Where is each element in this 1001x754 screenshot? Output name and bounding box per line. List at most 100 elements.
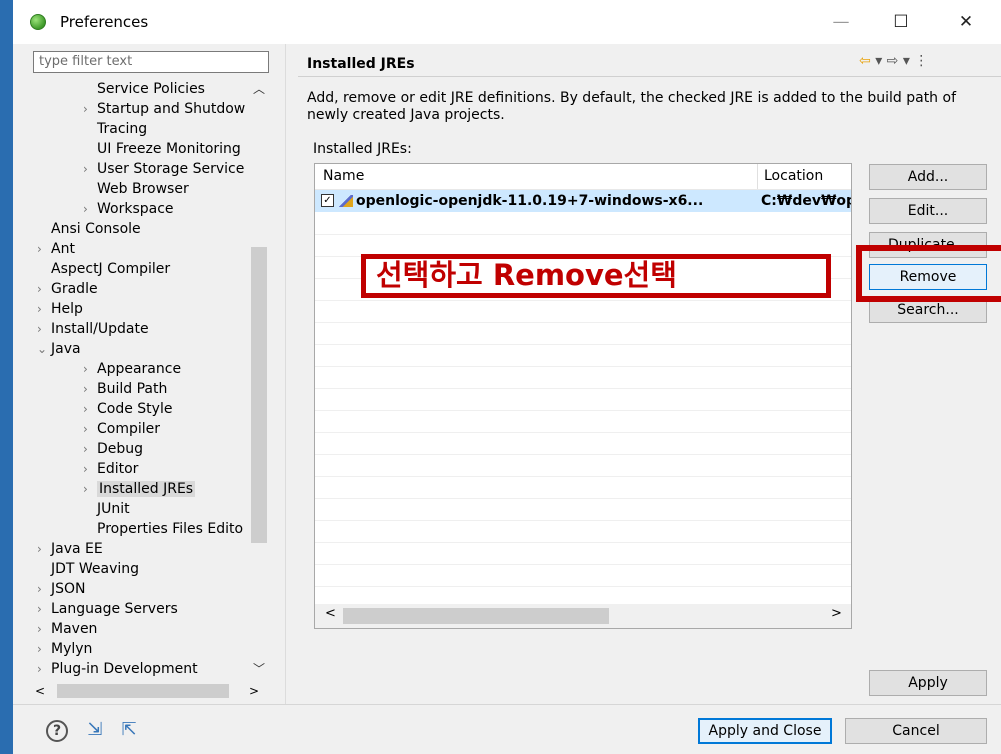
tree-item[interactable]: JUnit xyxy=(83,499,130,519)
table-gridline xyxy=(315,564,851,565)
tree-item[interactable]: › Mylyn xyxy=(37,639,92,659)
tree-item[interactable]: › JSON xyxy=(37,579,86,599)
collapsed-twisty-icon[interactable]: › xyxy=(37,659,51,679)
table-gridline xyxy=(315,542,851,543)
collapsed-twisty-icon[interactable]: › xyxy=(37,619,51,639)
collapsed-twisty-icon[interactable]: › xyxy=(37,239,51,259)
tree-item-label: Maven xyxy=(51,621,98,637)
collapsed-twisty-icon[interactable]: › xyxy=(37,639,51,659)
tree-item-label: Build Path xyxy=(97,381,168,397)
close-button[interactable]: ✕ xyxy=(946,10,986,34)
collapsed-twisty-icon[interactable]: › xyxy=(83,399,97,419)
tree-item[interactable]: AspectJ Compiler xyxy=(37,259,170,279)
collapsed-twisty-icon[interactable]: › xyxy=(83,419,97,439)
tree-item[interactable]: › Workspace xyxy=(83,199,174,219)
tree-item[interactable]: › Gradle xyxy=(37,279,98,299)
footer-divider xyxy=(13,704,1001,705)
minimize-button[interactable]: — xyxy=(821,10,861,34)
collapsed-twisty-icon[interactable]: › xyxy=(83,459,97,479)
scroll-up-icon[interactable]: ︿ xyxy=(249,79,269,99)
app-logo-icon xyxy=(30,14,46,30)
tree-item[interactable]: Web Browser xyxy=(83,179,189,199)
table-row[interactable]: ✓ openlogic-openjdk-11.0.19+7-windows-x6… xyxy=(315,190,851,212)
collapsed-twisty-icon[interactable]: › xyxy=(83,99,97,119)
scroll-right-icon[interactable]: > xyxy=(249,681,265,701)
view-menu-icon[interactable]: ⋮ xyxy=(914,53,928,69)
scroll-left-icon[interactable]: < xyxy=(325,606,336,621)
expanded-twisty-icon[interactable]: ⌄ xyxy=(37,339,51,359)
tree-item[interactable]: Ansi Console xyxy=(37,219,141,239)
tree-item[interactable]: ⌄ Java xyxy=(37,339,81,359)
collapsed-twisty-icon[interactable]: › xyxy=(83,439,97,459)
export-icon[interactable]: ⇱ xyxy=(117,720,141,740)
tree-item[interactable]: › Language Servers xyxy=(37,599,178,619)
column-header-name[interactable]: Name xyxy=(323,164,364,189)
tree-item[interactable]: › Editor xyxy=(83,459,138,479)
tree-vertical-scrollbar[interactable]: ︿ ﹀ xyxy=(249,79,269,680)
edit-button[interactable]: Edit... xyxy=(869,198,987,224)
tree-item-label: Help xyxy=(51,301,83,317)
tree-item[interactable]: › Startup and Shutdow xyxy=(83,99,245,119)
collapsed-twisty-icon[interactable]: › xyxy=(37,599,51,619)
scroll-thumb[interactable] xyxy=(343,608,609,624)
checkbox-icon[interactable]: ✓ xyxy=(321,194,334,207)
tree-item[interactable]: Tracing xyxy=(83,119,147,139)
tree-item[interactable]: › Maven xyxy=(37,619,97,639)
tree-item[interactable]: › Code Style xyxy=(83,399,172,419)
scroll-thumb[interactable] xyxy=(57,684,229,698)
tree-item[interactable]: UI Freeze Monitoring xyxy=(83,139,241,159)
forward-arrow-icon[interactable]: ⇨ xyxy=(887,53,899,69)
tree-item[interactable]: › Help xyxy=(37,299,83,319)
pane-splitter[interactable] xyxy=(285,44,286,704)
tree-horizontal-scrollbar[interactable]: < > xyxy=(33,681,269,701)
cancel-button[interactable]: Cancel xyxy=(845,718,987,744)
jre-list-label: Installed JREs: xyxy=(313,141,412,157)
import-icon[interactable]: ⇲ xyxy=(83,720,107,740)
table-gridline xyxy=(315,432,851,433)
collapsed-twisty-icon[interactable]: › xyxy=(83,359,97,379)
table-horizontal-scrollbar[interactable]: < > xyxy=(315,604,851,628)
add-button[interactable]: Add... xyxy=(869,164,987,190)
tree-item[interactable]: › Plug-in Development xyxy=(37,659,198,679)
back-arrow-icon[interactable]: ⇦ xyxy=(859,53,871,69)
scroll-right-icon[interactable]: > xyxy=(831,606,842,621)
column-header-location[interactable]: Location xyxy=(757,164,851,189)
tree-item[interactable]: › Compiler xyxy=(83,419,160,439)
tree-item-label: AspectJ Compiler xyxy=(51,261,171,277)
scroll-down-icon[interactable]: ﹀ xyxy=(249,659,269,679)
apply-button[interactable]: Apply xyxy=(869,670,987,696)
tree-item[interactable]: › Java EE xyxy=(37,539,103,559)
scroll-thumb[interactable] xyxy=(251,247,267,543)
collapsed-twisty-icon[interactable]: › xyxy=(37,579,51,599)
collapsed-twisty-icon[interactable]: › xyxy=(37,319,51,339)
instruction-callout: 선택하고 Remove선택 xyxy=(361,254,831,298)
collapsed-twisty-icon[interactable]: › xyxy=(83,479,97,499)
maximize-button[interactable]: ☐ xyxy=(881,10,921,34)
filter-input[interactable]: type filter text xyxy=(33,51,269,73)
tree-item[interactable]: › Install/Update xyxy=(37,319,149,339)
collapsed-twisty-icon[interactable]: › xyxy=(83,199,97,219)
tree-item-label: Compiler xyxy=(97,421,161,437)
collapsed-twisty-icon[interactable]: › xyxy=(37,279,51,299)
tree-item[interactable]: › Ant xyxy=(37,239,75,259)
tree-item[interactable]: Service Policies xyxy=(83,79,205,99)
help-icon[interactable]: ? xyxy=(46,720,68,742)
tree-item[interactable]: JDT Weaving xyxy=(37,559,139,579)
tree-item-label: JSON xyxy=(51,581,86,597)
tree-item[interactable]: › User Storage Service xyxy=(83,159,244,179)
tree-item[interactable]: Properties Files Edito xyxy=(83,519,243,539)
scroll-left-icon[interactable]: < xyxy=(35,681,51,701)
back-menu-icon[interactable]: ▾ xyxy=(875,53,882,69)
collapsed-twisty-icon[interactable]: › xyxy=(37,299,51,319)
jre-library-icon xyxy=(339,195,353,207)
tree-item[interactable]: › Build Path xyxy=(83,379,167,399)
collapsed-twisty-icon[interactable]: › xyxy=(83,379,97,399)
apply-and-close-button[interactable]: Apply and Close xyxy=(698,718,832,744)
collapsed-twisty-icon[interactable]: › xyxy=(37,539,51,559)
collapsed-twisty-icon[interactable]: › xyxy=(83,159,97,179)
tree-item[interactable]: › Debug xyxy=(83,439,143,459)
tree-item-label: User Storage Service xyxy=(97,161,245,177)
tree-item[interactable]: › Installed JREs xyxy=(83,479,196,499)
forward-menu-icon[interactable]: ▾ xyxy=(903,53,910,69)
tree-item[interactable]: › Appearance xyxy=(83,359,181,379)
